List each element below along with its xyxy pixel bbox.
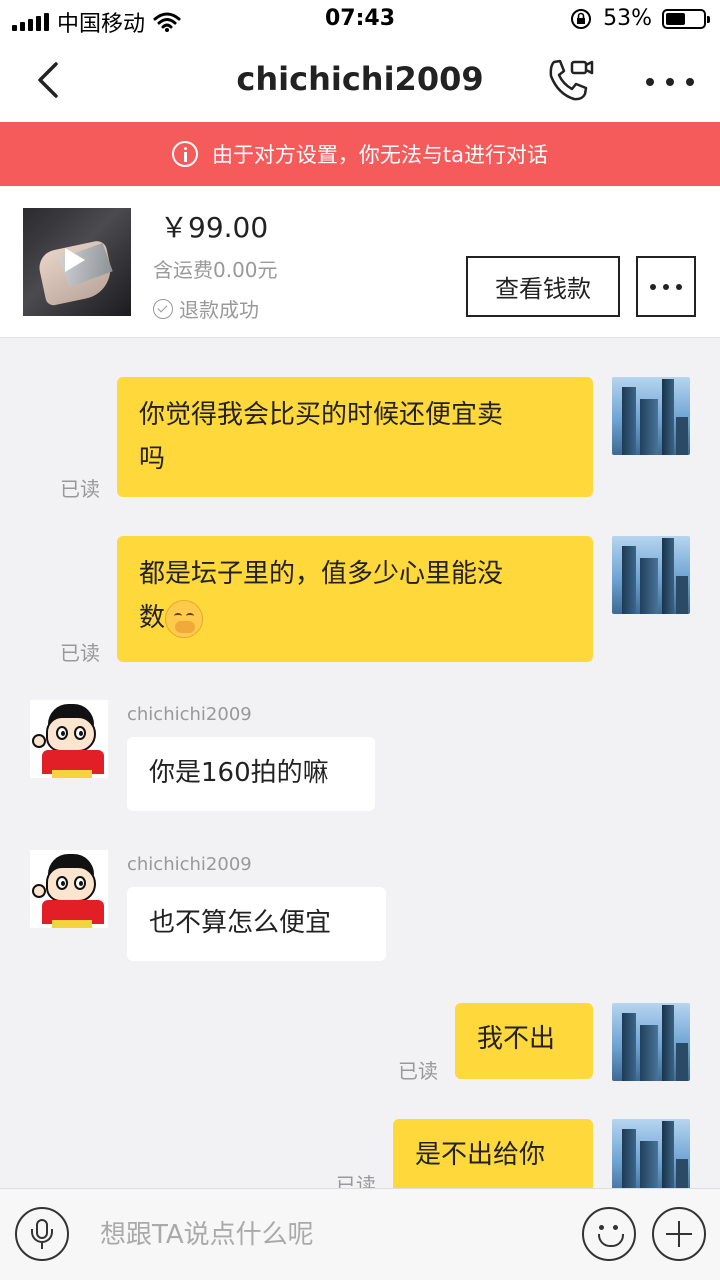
message-bubble-other[interactable]: 你是160拍的嘛 — [127, 737, 375, 811]
dot-icon — [686, 78, 694, 86]
banner-text: 由于对方设置，你无法与ta进行对话 — [211, 143, 549, 167]
status-bar: 中国移动 07:43 53% — [0, 0, 720, 40]
face-with-hand-over-mouth-emoji — [165, 599, 204, 638]
message-text: 吗 — [139, 444, 166, 474]
battery-icon — [662, 8, 710, 29]
message-text: 也不算怎么便宜 — [149, 908, 332, 938]
play-icon[interactable] — [65, 248, 85, 272]
message-text: 都是坛子里的，值多少心里能没 — [139, 559, 504, 589]
blocked-banner: 由于对方设置，你无法与ta进行对话 — [0, 122, 720, 186]
message-input[interactable] — [100, 1213, 550, 1257]
read-receipt: 已读 — [336, 1173, 376, 1188]
product-price: ￥99.00 — [160, 211, 269, 244]
more-options-button[interactable] — [646, 62, 694, 102]
message-bubble-mine[interactable]: 你觉得我会比买的时候还便宜卖 吗 — [117, 377, 593, 497]
dot-icon — [666, 78, 674, 86]
message-bubble-mine[interactable]: 都是坛子里的，值多少心里能没 数 — [117, 536, 593, 662]
my-avatar[interactable] — [612, 377, 690, 455]
check-circle-icon — [153, 298, 173, 319]
status-right: 53% — [569, 6, 710, 31]
page-title: chichichi2009 — [236, 60, 484, 98]
shipping-fee: 含运费0.00元 — [153, 258, 278, 282]
read-receipt: 已读 — [60, 477, 100, 501]
chat-list[interactable]: 已读 你觉得我会比买的时候还便宜卖 吗 已读 都是坛子里的，值多少心里能没 数 … — [0, 339, 720, 1188]
my-avatar[interactable] — [612, 536, 690, 614]
dot-icon — [663, 283, 669, 290]
refund-status-label: 退款成功 — [179, 298, 259, 322]
product-thumbnail[interactable] — [23, 208, 131, 316]
product-more-button[interactable] — [636, 256, 696, 317]
dot-icon — [650, 283, 656, 290]
info-icon — [171, 141, 198, 167]
battery-fill — [666, 12, 686, 25]
message-text: 数 — [139, 603, 166, 633]
sender-name: chichichi2009 — [127, 704, 252, 725]
emoji-button[interactable] — [582, 1207, 636, 1261]
contact-avatar[interactable] — [30, 850, 108, 928]
refund-status: 退款成功 — [153, 294, 259, 323]
message-bubble-other[interactable]: 也不算怎么便宜 — [127, 887, 386, 961]
dot-icon — [676, 283, 682, 290]
message-text: 是不出给你 — [415, 1140, 546, 1170]
read-receipt: 已读 — [398, 1059, 438, 1083]
voice-input-button[interactable] — [15, 1207, 69, 1261]
add-attachment-button[interactable] — [652, 1207, 706, 1261]
nav-bar: chichichi2009 — [0, 40, 720, 122]
my-avatar[interactable] — [612, 1003, 690, 1081]
message-text: 你是160拍的嘛 — [149, 758, 329, 788]
read-receipt: 已读 — [60, 641, 100, 665]
battery-percent: 53% — [603, 6, 652, 31]
product-card: ￥99.00 含运费0.00元 退款成功 查看钱款 — [0, 186, 720, 338]
view-money-button[interactable]: 查看钱款 — [466, 256, 620, 317]
input-bar — [0, 1188, 720, 1280]
call-icon[interactable] — [544, 56, 594, 106]
orientation-lock-icon — [571, 8, 592, 29]
message-text: 我不出 — [477, 1024, 556, 1054]
dot-icon — [646, 78, 654, 86]
message-bubble-mine[interactable]: 我不出 — [455, 1003, 593, 1079]
sender-name: chichichi2009 — [127, 854, 252, 875]
message-bubble-mine[interactable]: 是不出给你 — [393, 1119, 593, 1188]
my-avatar[interactable] — [612, 1119, 690, 1188]
message-text: 你觉得我会比买的时候还便宜卖 — [139, 400, 504, 430]
contact-avatar[interactable] — [30, 700, 108, 778]
